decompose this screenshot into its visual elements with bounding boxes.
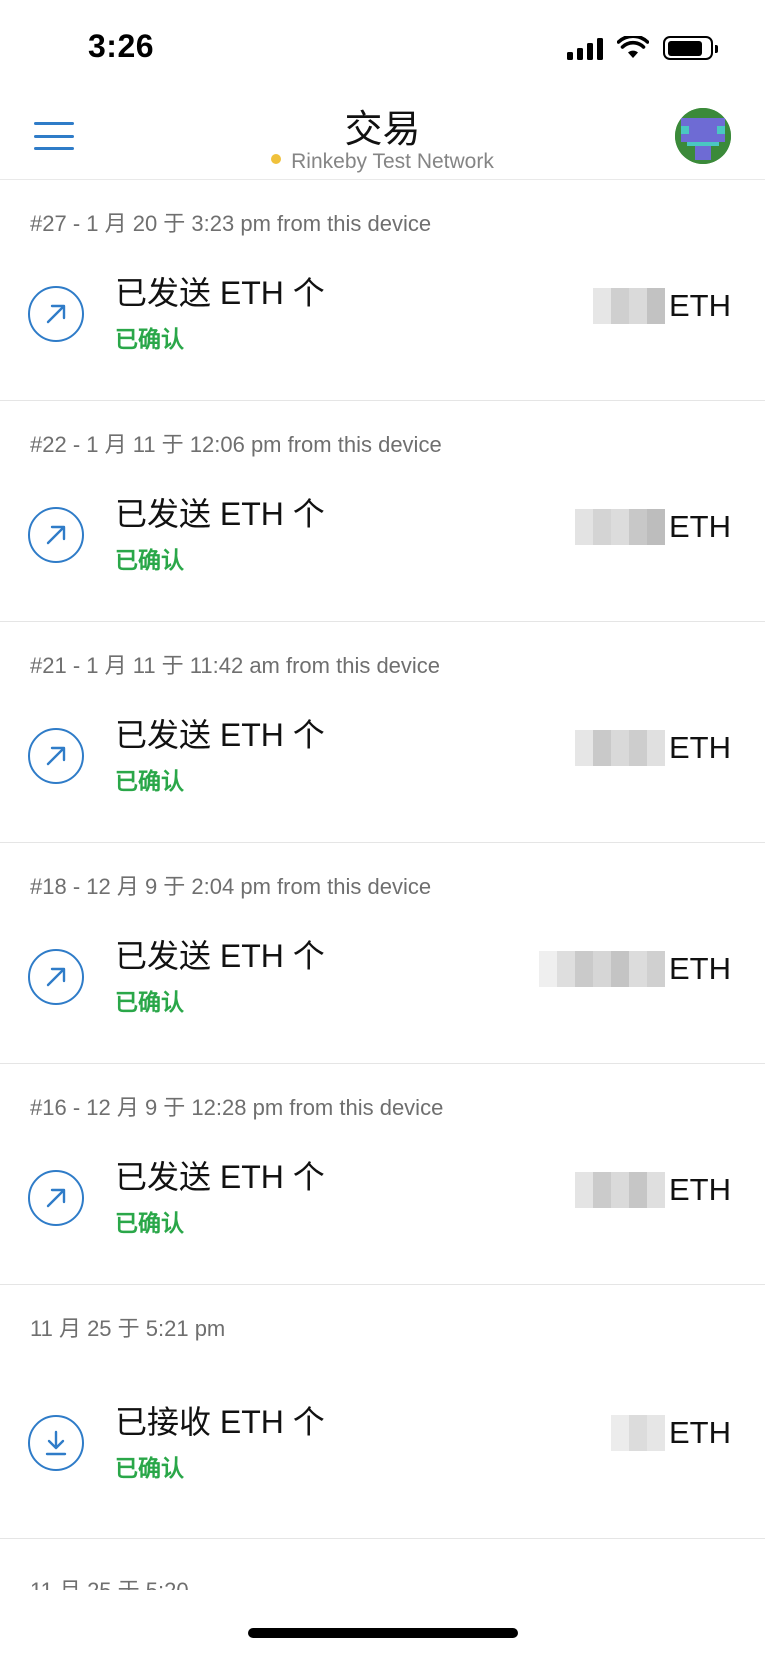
transaction-label: 已发送 ETH 个 <box>115 938 325 974</box>
header: 交易 Rinkeby Test Network <box>0 92 765 180</box>
amount-redacted <box>539 951 665 987</box>
transaction-date: #27 - 1 月 20 于 3:23 pm from this device <box>30 211 432 236</box>
transaction-date: #21 - 1 月 11 于 11:42 am from this device <box>30 653 441 678</box>
battery-icon <box>663 36 718 60</box>
transaction-row[interactable]: #27 - 1 月 20 于 3:23 pm from this device … <box>0 180 765 401</box>
amount-unit: ETH <box>669 509 731 544</box>
transaction-label: 已发送 ETH 个 <box>115 1159 325 1195</box>
amount-redacted <box>611 1415 665 1451</box>
amount-redacted <box>575 1172 665 1208</box>
transaction-label: 已发送 ETH 个 <box>115 717 325 753</box>
sent-arrow-icon <box>28 286 84 342</box>
transaction-row[interactable]: #16 - 12 月 9 于 12:28 pm from this device… <box>0 1064 765 1285</box>
transaction-date: #18 - 12 月 9 于 2:04 pm from this device <box>30 874 432 899</box>
sent-arrow-icon <box>28 507 84 563</box>
transaction-amount: ETH <box>575 728 731 768</box>
network-status-dot <box>271 154 282 165</box>
transaction-amount: ETH <box>593 286 731 326</box>
transaction-amount: ETH <box>575 507 731 547</box>
transaction-amount: ETH <box>575 1170 731 1210</box>
amount-unit: ETH <box>669 1172 731 1207</box>
amount-redacted <box>575 509 665 545</box>
status-time: 3:26 <box>88 28 155 64</box>
transaction-amount: ETH <box>539 949 731 989</box>
transaction-row[interactable]: #21 - 1 月 11 于 11:42 am from this device… <box>0 622 765 843</box>
amount-unit: ETH <box>669 288 731 323</box>
transaction-status: 已确认 <box>115 1210 184 1236</box>
received-download-icon <box>28 1415 84 1471</box>
transaction-status: 已确认 <box>115 1455 184 1481</box>
sent-arrow-icon <box>28 949 84 1005</box>
transaction-date: #22 - 1 月 11 于 12:06 pm from this device <box>30 432 442 457</box>
amount-unit: ETH <box>669 1415 731 1450</box>
transaction-row[interactable]: #18 - 12 月 9 于 2:04 pm from this device … <box>0 843 765 1064</box>
amount-unit: ETH <box>669 951 731 986</box>
status-icons <box>567 36 718 60</box>
status-bar: 3:26 <box>0 0 765 100</box>
network-indicator[interactable]: Rinkeby Test Network <box>0 150 765 174</box>
transaction-status: 已确认 <box>115 768 184 794</box>
page-title: 交易 <box>344 109 421 151</box>
cellular-signal-icon <box>567 36 603 60</box>
amount-redacted <box>575 730 665 766</box>
transaction-label: 已发送 ETH 个 <box>115 496 325 532</box>
sent-arrow-icon <box>28 1170 84 1226</box>
transaction-status: 已确认 <box>115 989 184 1015</box>
home-indicator[interactable] <box>248 1628 518 1638</box>
sent-arrow-icon <box>28 728 84 784</box>
transaction-row[interactable]: 11 月 25 于 5:21 pm 已接收 ETH 个 已确认 ETH <box>0 1285 765 1539</box>
transaction-label: 已发送 ETH 个 <box>115 275 325 311</box>
wifi-icon <box>617 36 649 58</box>
amount-unit: ETH <box>669 730 731 765</box>
transaction-date: #16 - 12 月 9 于 12:28 pm from this device <box>30 1095 444 1120</box>
transaction-amount: ETH <box>611 1413 731 1453</box>
transaction-status: 已确认 <box>115 326 184 352</box>
account-avatar-icon[interactable] <box>675 108 731 164</box>
partial-transaction-date: 11 月 25 于 5:20 <box>30 1578 189 1590</box>
amount-redacted <box>593 288 665 324</box>
transaction-status: 已确认 <box>115 547 184 573</box>
network-name: Rinkeby Test Network <box>291 150 494 173</box>
transaction-row[interactable]: #22 - 1 月 11 于 12:06 pm from this device… <box>0 401 765 622</box>
transaction-list: #27 - 1 月 20 于 3:23 pm from this device … <box>0 180 765 1539</box>
transaction-label: 已接收 ETH 个 <box>115 1404 325 1440</box>
transaction-date: 11 月 25 于 5:21 pm <box>30 1316 226 1341</box>
